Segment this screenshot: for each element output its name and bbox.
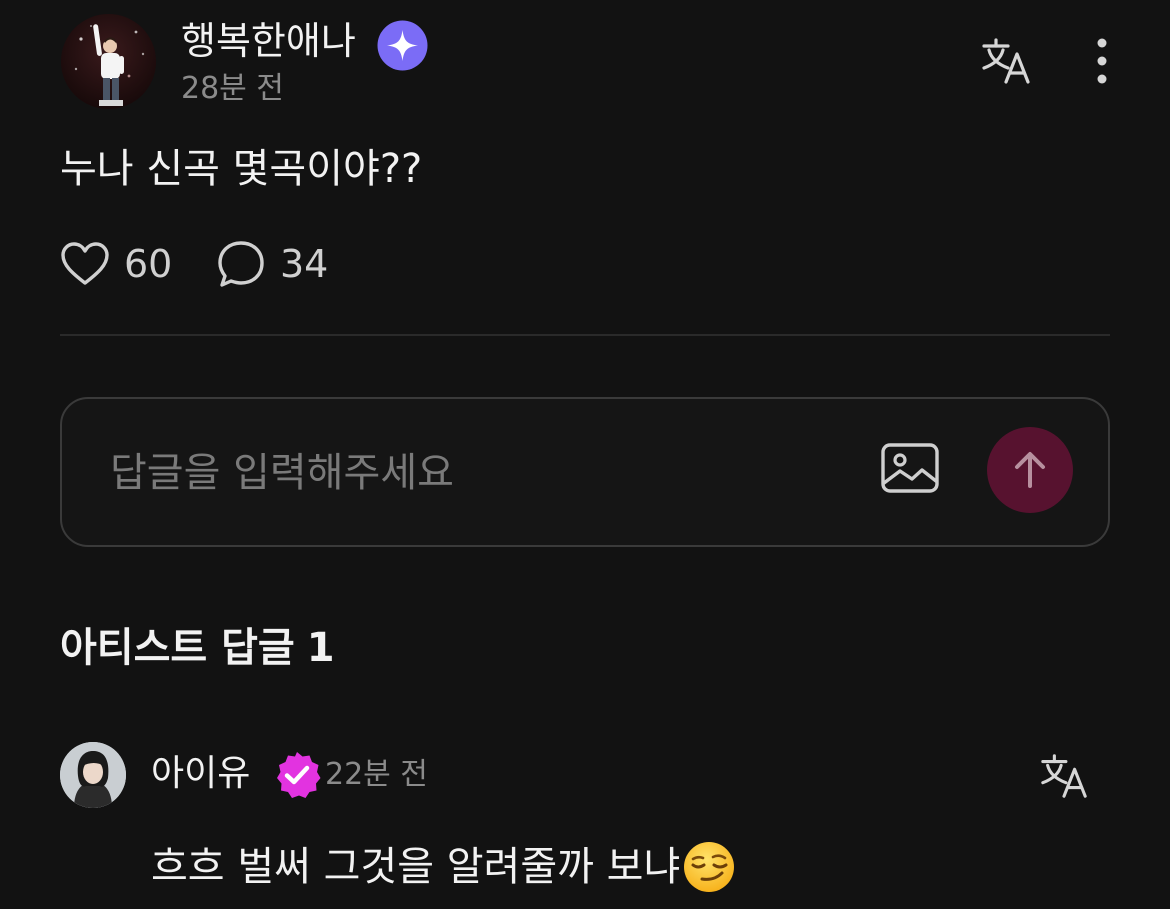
like-count: 60 xyxy=(124,242,173,286)
post-body: 누나 신곡 몇곡이야?? xyxy=(60,146,423,192)
artist-avatar-image xyxy=(60,742,126,808)
reply-text: 흐흐 벌써 그것을 알려줄까 보냐 xyxy=(151,844,681,890)
author-avatar[interactable] xyxy=(61,14,156,109)
heart-icon xyxy=(61,242,109,285)
reply-time: 22분 전 xyxy=(325,757,428,792)
image-icon[interactable] xyxy=(880,441,940,497)
smirking-face-emoji-icon xyxy=(684,842,735,892)
verified-check-icon xyxy=(277,752,321,798)
translate-icon[interactable] xyxy=(978,34,1034,88)
like-button[interactable]: 60 xyxy=(60,236,172,292)
artist-name[interactable]: 아이유 xyxy=(151,751,250,797)
artist-replies-heading: 아티스트 답글 1 xyxy=(60,622,335,674)
post-detail-screen: 행복한애나 28분 전 누나 신곡 몇곡이야?? 60 34 답글을 입력해주세… xyxy=(0,0,1170,909)
author-avatar-image xyxy=(61,14,156,109)
author-name[interactable]: 행복한애나 xyxy=(181,18,356,64)
reply-body: 흐흐 벌써 그것을 알려줄까 보냐 xyxy=(151,840,736,894)
artist-replies-title: 아티스트 답글 xyxy=(60,625,295,671)
reply-input[interactable] xyxy=(110,443,850,503)
send-button[interactable] xyxy=(987,427,1073,513)
post-time: 28분 전 xyxy=(181,71,284,106)
translate-icon[interactable] xyxy=(1036,750,1092,802)
more-vertical-icon[interactable] xyxy=(1082,36,1122,86)
reply-composer xyxy=(60,397,1110,547)
divider xyxy=(60,334,1110,336)
artist-replies-count: 1 xyxy=(306,625,335,671)
sparkle-badge-icon xyxy=(377,20,428,71)
comment-count: 34 xyxy=(280,242,329,286)
comment-button[interactable]: 34 xyxy=(216,236,328,292)
artist-avatar[interactable] xyxy=(60,742,126,808)
comment-bubble-icon xyxy=(218,241,264,287)
arrow-up-icon xyxy=(1015,452,1045,488)
